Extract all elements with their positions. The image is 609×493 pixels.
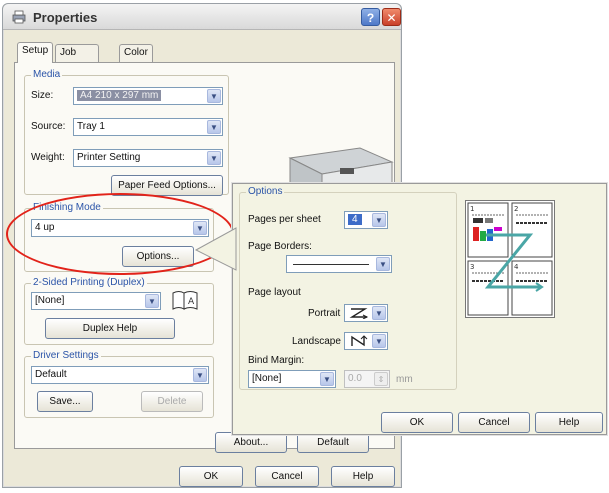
tab-job-options[interactable]: Job Options xyxy=(55,44,100,74)
options-help-button[interactable]: Help xyxy=(535,412,603,433)
chevron-down-icon: ▼ xyxy=(320,372,334,386)
bind-margin-value: [None] xyxy=(252,373,282,384)
chevron-down-icon: ▼ xyxy=(207,89,221,103)
spinner-icon: ⇕ xyxy=(374,372,388,386)
title-bar: Properties ? ✕ xyxy=(3,4,401,30)
chevron-down-icon: ▼ xyxy=(207,120,221,134)
pages-per-sheet-select[interactable]: 4 ▼ xyxy=(344,211,388,229)
duplex-value: [None] xyxy=(35,295,65,306)
bind-margin-label: Bind Margin: xyxy=(248,355,305,366)
finishing-options-button[interactable]: Options... xyxy=(122,246,194,267)
paper-feed-options-button[interactable]: Paper Feed Options... xyxy=(111,175,223,196)
ok-button[interactable]: OK xyxy=(179,466,243,487)
media-legend: Media xyxy=(31,69,63,80)
media-group: Media Size: A4 210 x 297 mm ▼ Source: Tr… xyxy=(24,69,229,196)
close-button[interactable]: ✕ xyxy=(382,8,401,26)
options-legend: Options xyxy=(246,186,285,197)
layout-preview: 1 2 3 4 xyxy=(465,200,555,318)
landscape-order-select[interactable]: ▼ xyxy=(344,332,388,350)
page-layout-label: Page layout xyxy=(248,287,301,298)
chevron-down-icon: ▼ xyxy=(193,221,207,235)
driver-settings-group: Driver Settings Default ▼ Save... Delete xyxy=(24,350,214,418)
page-number-4: 4 xyxy=(514,263,519,271)
driver-settings-select[interactable]: Default ▼ xyxy=(31,366,209,384)
delete-button[interactable]: Delete xyxy=(141,391,203,412)
driver-legend: Driver Settings xyxy=(31,350,101,361)
tab-setup[interactable]: Setup xyxy=(17,42,54,63)
finishing-value: 4 up xyxy=(35,222,55,233)
size-label: Size: xyxy=(31,90,54,101)
finishing-mode-select[interactable]: 4 up ▼ xyxy=(31,219,209,237)
duplex-group: 2-Sided Printing (Duplex) [None] ▼ A Dup… xyxy=(24,277,214,345)
weight-value: Printer Setting xyxy=(77,152,141,163)
cancel-button[interactable]: Cancel xyxy=(255,466,319,487)
n-order-icon xyxy=(351,335,368,347)
options-dialog: Options Pages per sheet 4 ▼ Page Borders… xyxy=(232,183,607,435)
finishing-legend: Finishing Mode xyxy=(31,202,103,213)
border-line-preview xyxy=(293,264,369,265)
driver-value: Default xyxy=(35,369,67,380)
source-select[interactable]: Tray 1 ▼ xyxy=(73,118,223,136)
help-title-button[interactable]: ? xyxy=(361,8,380,26)
z-order-icon xyxy=(349,308,369,319)
source-label: Source: xyxy=(31,121,66,132)
printer-icon xyxy=(12,10,26,24)
page-borders-select[interactable]: ▼ xyxy=(286,255,392,273)
duplex-help-button[interactable]: Duplex Help xyxy=(45,318,175,339)
chevron-down-icon: ▼ xyxy=(372,306,386,320)
page-number-1: 1 xyxy=(470,205,474,213)
tab-color[interactable]: Color xyxy=(119,44,153,62)
page-number-3: 3 xyxy=(470,263,474,271)
default-button[interactable]: Default xyxy=(297,432,369,453)
options-cancel-button[interactable]: Cancel xyxy=(458,412,530,433)
portrait-label: Portrait xyxy=(308,308,341,319)
chevron-down-icon: ▼ xyxy=(372,334,386,348)
source-value: Tray 1 xyxy=(77,121,105,132)
svg-text:A: A xyxy=(188,297,195,307)
chevron-down-icon: ▼ xyxy=(372,213,386,227)
options-group: Options Pages per sheet 4 ▼ Page Borders… xyxy=(239,186,457,390)
landscape-label: Landscape xyxy=(292,336,341,347)
duplex-select[interactable]: [None] ▼ xyxy=(31,292,161,310)
help-button[interactable]: Help xyxy=(331,466,395,487)
size-select[interactable]: A4 210 x 297 mm ▼ xyxy=(73,87,223,105)
duplex-legend: 2-Sided Printing (Duplex) xyxy=(31,277,147,288)
pages-per-sheet-value: 4 xyxy=(348,214,362,225)
duplex-book-icon: A xyxy=(172,291,198,310)
chevron-down-icon: ▼ xyxy=(193,368,207,382)
weight-select[interactable]: Printer Setting ▼ xyxy=(73,149,223,167)
pages-per-sheet-label: Pages per sheet xyxy=(248,214,321,225)
chevron-down-icon: ▼ xyxy=(376,257,390,271)
page-borders-label: Page Borders: xyxy=(248,241,312,252)
four-up-diagram: 1 2 3 4 xyxy=(467,202,553,316)
size-value: A4 210 x 297 mm xyxy=(77,90,162,101)
chevron-down-icon: ▼ xyxy=(145,294,159,308)
portrait-order-select[interactable]: ▼ xyxy=(344,304,388,322)
options-ok-button[interactable]: OK xyxy=(381,412,453,433)
margin-amount-stepper[interactable]: 0.0 ⇕ xyxy=(344,370,390,388)
save-button[interactable]: Save... xyxy=(37,391,93,412)
finishing-mode-group: Finishing Mode 4 up ▼ Options... xyxy=(24,202,214,272)
weight-label: Weight: xyxy=(31,152,65,163)
page-number-2: 2 xyxy=(514,205,518,213)
chevron-down-icon: ▼ xyxy=(207,151,221,165)
about-button[interactable]: About... xyxy=(215,432,287,453)
window-title: Properties xyxy=(33,10,98,25)
bind-margin-select[interactable]: [None] ▼ xyxy=(248,370,336,388)
margin-unit: mm xyxy=(396,374,413,385)
margin-amount-value: 0.0 xyxy=(348,373,362,384)
